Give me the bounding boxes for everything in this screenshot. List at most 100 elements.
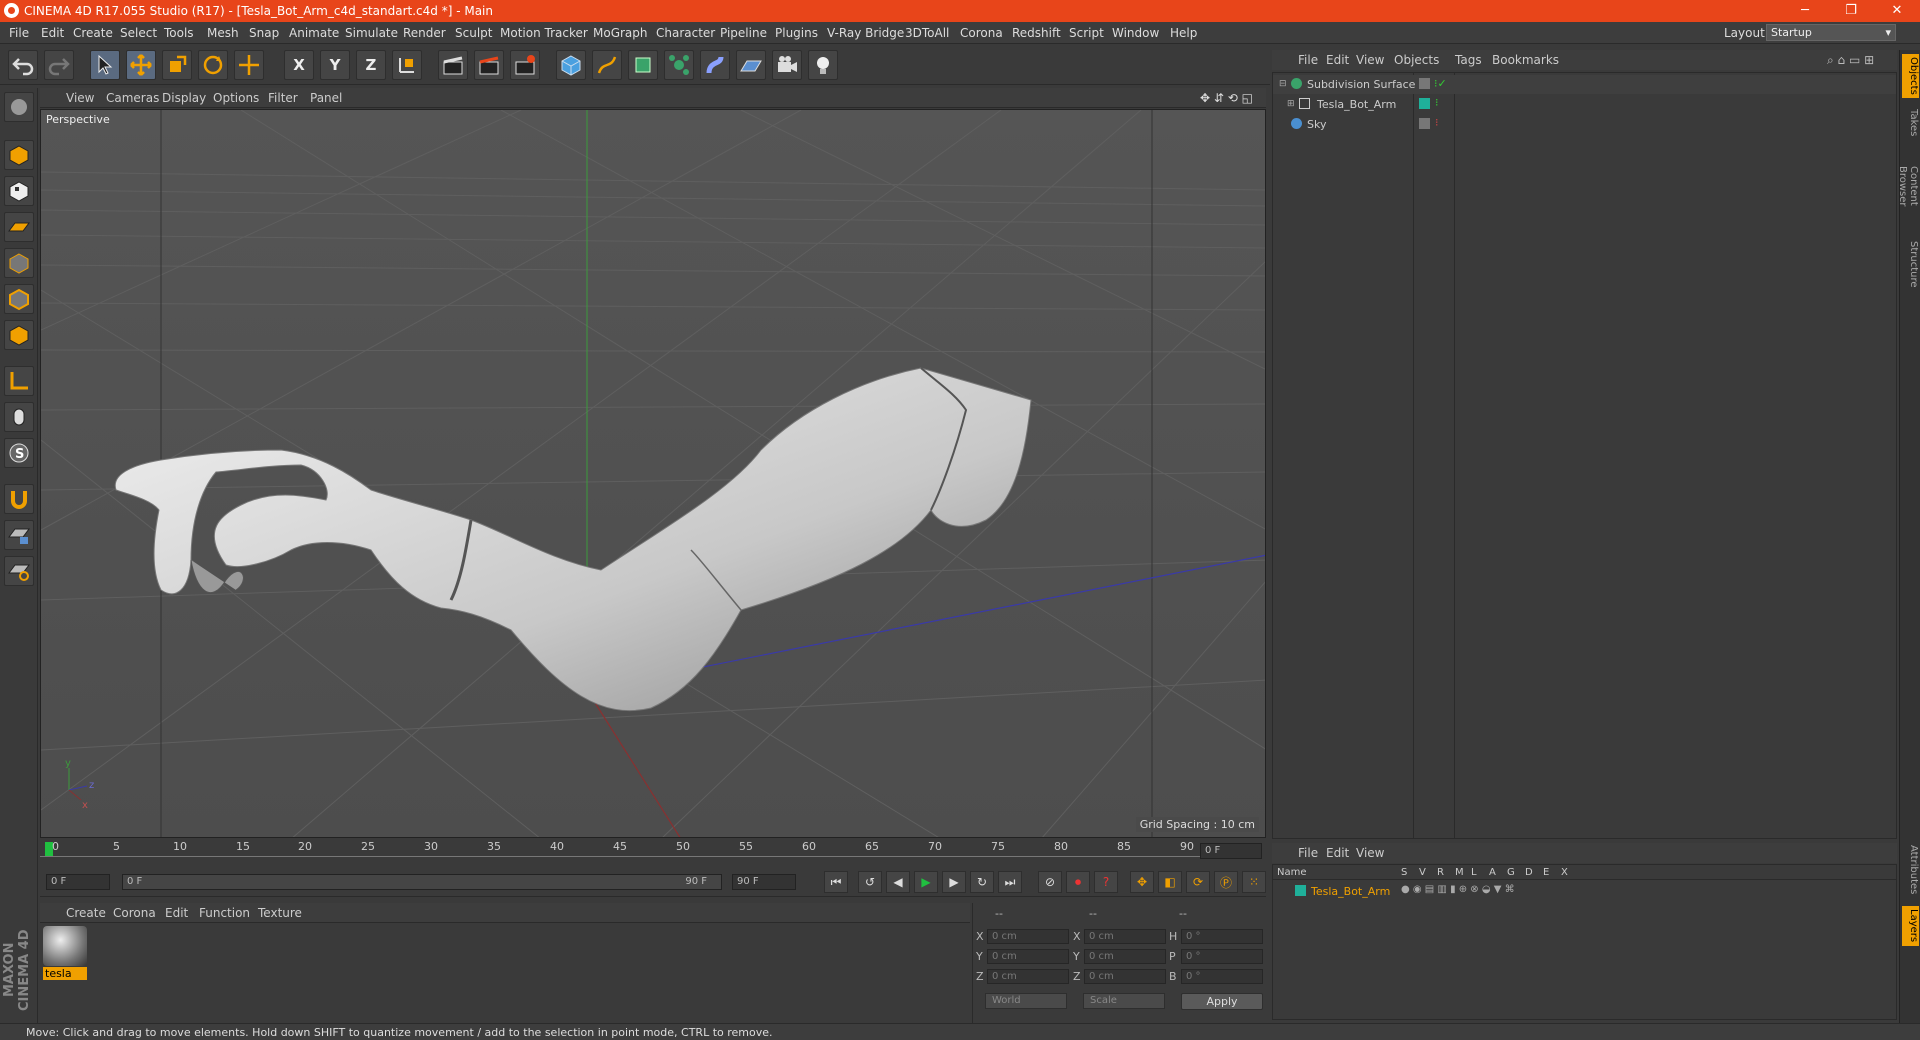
- snap-button[interactable]: S: [4, 438, 34, 468]
- object-row-tesla-bot-arm[interactable]: ⊞ Tesla_Bot_Arm ⁝: [1273, 95, 1896, 114]
- menu-corona[interactable]: Corona: [960, 26, 1003, 40]
- layer-col-generators[interactable]: G: [1507, 867, 1515, 878]
- frame-range-slider[interactable]: 0 F 90 F: [122, 874, 722, 890]
- go-to-start-button[interactable]: ⏮: [824, 871, 848, 893]
- workplane-mode-button[interactable]: [4, 212, 34, 242]
- menu-mograph[interactable]: MoGraph: [593, 26, 648, 40]
- end-frame-field[interactable]: 90 F: [732, 874, 796, 890]
- close-button[interactable]: ✕: [1874, 0, 1920, 22]
- tab-layers[interactable]: Layers: [1902, 906, 1919, 946]
- x-axis-lock-button[interactable]: X: [284, 50, 314, 80]
- size-x-field[interactable]: 0 cm: [1084, 929, 1166, 944]
- viewport-menu-cameras[interactable]: Cameras: [106, 91, 159, 105]
- object-menu-tags[interactable]: Tags: [1455, 53, 1482, 67]
- menu-file[interactable]: File: [9, 26, 29, 40]
- motion-record-button[interactable]: ⊘: [1038, 871, 1062, 893]
- move-tool-button[interactable]: [126, 50, 156, 80]
- coordinate-mode-dropdown[interactable]: World: [985, 993, 1067, 1009]
- object-name[interactable]: Sky: [1307, 118, 1326, 131]
- add-spline-button[interactable]: [592, 50, 622, 80]
- go-to-end-button[interactable]: ⏭: [998, 871, 1022, 893]
- layer-col-animation[interactable]: A: [1489, 867, 1496, 878]
- record-button[interactable]: ⏺: [1066, 871, 1090, 893]
- visibility-dots-icon[interactable]: ⁝: [1435, 116, 1439, 129]
- material-menu-create[interactable]: Create: [66, 906, 106, 920]
- minimize-button[interactable]: ─: [1782, 0, 1828, 22]
- polygons-mode-button[interactable]: [4, 320, 34, 350]
- menu-render[interactable]: Render: [403, 26, 446, 40]
- position-x-field[interactable]: 0 cm: [987, 929, 1069, 944]
- layer-col-render[interactable]: R: [1437, 867, 1444, 878]
- axis-mode-button[interactable]: [4, 366, 34, 396]
- edges-mode-button[interactable]: [4, 284, 34, 314]
- add-nurbs-button[interactable]: [628, 50, 658, 80]
- next-frame-button[interactable]: ▶: [942, 871, 966, 893]
- object-manager-search-icon[interactable]: ⌕ ⌂ ▭ ⊞: [1827, 53, 1874, 68]
- workplane-lock-button[interactable]: [4, 520, 34, 550]
- menu-help[interactable]: Help: [1170, 26, 1197, 40]
- size-y-field[interactable]: 0 cm: [1084, 949, 1166, 964]
- material-preview-thumbnail[interactable]: [43, 926, 87, 966]
- rotation-b-field[interactable]: 0 °: [1181, 969, 1263, 984]
- key-parameter-button[interactable]: Ⓟ: [1214, 871, 1238, 893]
- previous-frame-button[interactable]: ◀: [886, 871, 910, 893]
- viewport-menu-display[interactable]: Display: [162, 91, 206, 105]
- tab-content-browser[interactable]: Content Browser: [1897, 146, 1919, 226]
- tab-structure[interactable]: Structure: [1902, 236, 1919, 292]
- menu-motion-tracker[interactable]: Motion Tracker: [500, 26, 588, 40]
- y-axis-lock-button[interactable]: Y: [320, 50, 350, 80]
- layer-color-icon[interactable]: [1419, 98, 1430, 109]
- key-position-button[interactable]: ✥: [1130, 871, 1154, 893]
- add-floor-button[interactable]: [736, 50, 766, 80]
- expand-icon[interactable]: ⊞: [1287, 99, 1295, 109]
- object-name[interactable]: Subdivision Surface: [1307, 78, 1415, 91]
- layer-tag-icon[interactable]: [1419, 118, 1430, 129]
- magnet-tool-button[interactable]: [4, 484, 34, 514]
- layer-col-solo[interactable]: S: [1401, 867, 1407, 878]
- layer-col-xrefs[interactable]: X: [1561, 867, 1568, 878]
- current-frame-field[interactable]: 0 F: [1200, 843, 1262, 859]
- layer-tag-icon[interactable]: [1419, 78, 1430, 89]
- tab-objects[interactable]: Objects: [1902, 54, 1919, 98]
- enabled-check-icon[interactable]: ⁝✓: [1434, 77, 1447, 90]
- menu-select[interactable]: Select: [120, 26, 157, 40]
- material-menu-corona[interactable]: Corona: [113, 906, 156, 920]
- render-picture-viewer-button[interactable]: [474, 50, 504, 80]
- tweak-mode-button[interactable]: [4, 402, 34, 432]
- menu-character[interactable]: Character: [656, 26, 715, 40]
- layer-toggle-icons[interactable]: ● ◉ ▤ ▥ ▮ ⊕ ⊗ ◒ ▼ ⌘: [1401, 884, 1515, 895]
- rotation-h-field[interactable]: 0 °: [1181, 929, 1263, 944]
- tab-takes[interactable]: Takes: [1902, 106, 1919, 140]
- viewport-menu-options[interactable]: Options: [213, 91, 259, 105]
- previous-key-button[interactable]: ↺: [858, 871, 882, 893]
- menu-vray-bridge[interactable]: V-Ray Bridge: [827, 26, 904, 40]
- position-y-field[interactable]: 0 cm: [987, 949, 1069, 964]
- menu-simulate[interactable]: Simulate: [345, 26, 398, 40]
- points-mode-button[interactable]: [4, 248, 34, 278]
- layer-col-manager[interactable]: M: [1455, 867, 1464, 878]
- perspective-viewport[interactable]: y z x Perspective Grid Spacing : 10 cm: [40, 109, 1266, 838]
- visibility-dots-icon[interactable]: ⁝: [1435, 96, 1439, 109]
- menu-sculpt[interactable]: Sculpt: [455, 26, 492, 40]
- render-view-button[interactable]: [438, 50, 468, 80]
- object-menu-file[interactable]: File: [1298, 53, 1318, 67]
- key-rotation-button[interactable]: ⟳: [1186, 871, 1210, 893]
- make-editable-button[interactable]: [4, 92, 34, 122]
- coordinate-system-button[interactable]: [392, 50, 422, 80]
- object-menu-bookmarks[interactable]: Bookmarks: [1492, 53, 1559, 67]
- model-mode-button[interactable]: [4, 140, 34, 170]
- add-camera-button[interactable]: [772, 50, 802, 80]
- menu-tools[interactable]: Tools: [164, 26, 194, 40]
- render-settings-button[interactable]: [510, 50, 540, 80]
- scale-tool-button[interactable]: [162, 50, 192, 80]
- rotation-p-field[interactable]: 0 °: [1181, 949, 1263, 964]
- texture-mode-button[interactable]: [4, 176, 34, 206]
- size-mode-dropdown[interactable]: Scale: [1083, 993, 1165, 1009]
- autokey-button[interactable]: ?: [1094, 871, 1118, 893]
- material-menu-function[interactable]: Function: [199, 906, 250, 920]
- position-z-field[interactable]: 0 cm: [987, 969, 1069, 984]
- rotate-tool-button[interactable]: [198, 50, 228, 80]
- layer-menu-view[interactable]: View: [1356, 846, 1384, 860]
- viewport-nav-icons[interactable]: ✥ ⇵ ⟲ ◱: [1200, 91, 1253, 105]
- viewport-menu-filter[interactable]: Filter: [268, 91, 298, 105]
